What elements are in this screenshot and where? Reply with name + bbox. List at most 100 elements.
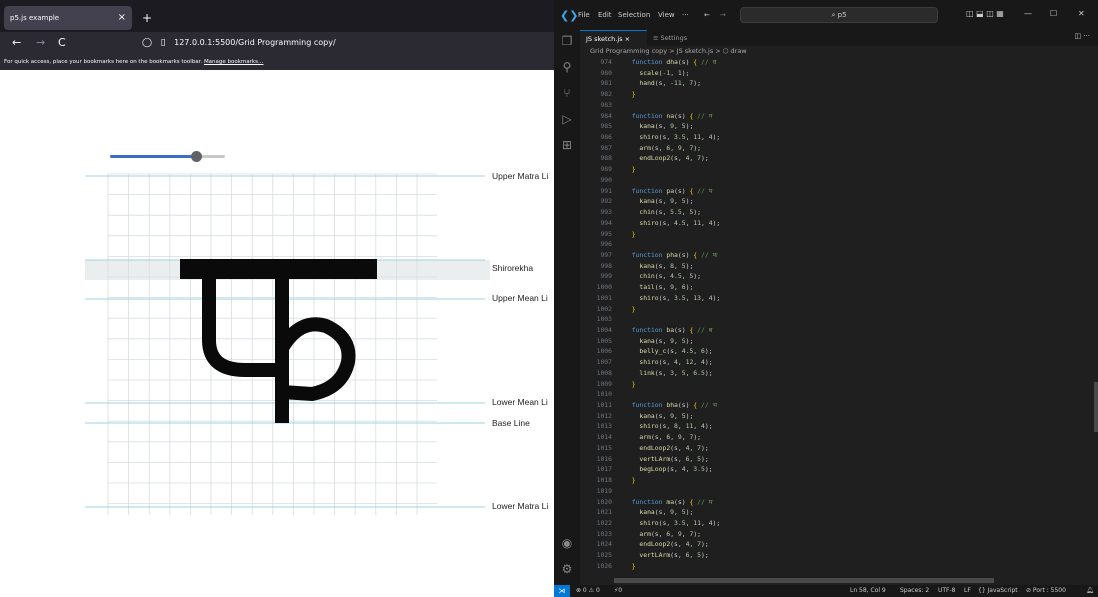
remote-icon[interactable]: ⋊ — [554, 585, 570, 597]
code-line[interactable]: 985 kana(s, 9, 5); — [580, 121, 1090, 132]
line-number: 1019 — [596, 486, 612, 495]
nav-back-icon[interactable]: ← — [704, 11, 710, 19]
line-number: 988 — [600, 154, 612, 163]
tab-sketch-js[interactable]: JS sketch.js × — [580, 30, 647, 46]
code-line[interactable]: 989 } — [580, 164, 1090, 175]
close-icon[interactable]: × — [118, 6, 126, 30]
code-line[interactable]: 1007 shiro(s, 4, 12, 4); — [580, 357, 1090, 368]
new-tab-button[interactable]: + — [138, 6, 156, 30]
settings-gear-icon[interactable]: ⚙ — [560, 562, 574, 576]
code-line[interactable]: 1006 belly_c(s, 4.5, 6); — [580, 346, 1090, 357]
code-line[interactable]: 980 scale(-1, 1); — [580, 68, 1090, 79]
menu-file[interactable]: File — [578, 11, 590, 19]
forward-icon[interactable]: → — [36, 32, 45, 54]
code-line[interactable]: 995 } — [580, 229, 1090, 240]
code-line[interactable]: 1014 arm(s, 6, 9, 7); — [580, 432, 1090, 443]
code-line[interactable]: 992 kana(s, 9, 5); — [580, 196, 1090, 207]
code-line[interactable]: 1026 } — [580, 561, 1090, 572]
account-icon[interactable]: ◉ — [560, 536, 574, 550]
page-icon: ▯ — [160, 38, 166, 48]
url-bar[interactable]: ◯ ▯ 127.0.0.1:5500/Grid Programming copy… — [136, 34, 550, 52]
close-window-icon[interactable]: ✕ — [1078, 9, 1085, 18]
line-number: 984 — [600, 111, 612, 120]
code-line[interactable]: 993 chin(s, 5.5, 5); — [580, 207, 1090, 218]
command-center-search[interactable]: ⌕ p5 — [740, 7, 938, 23]
code-editor[interactable]: 974 function dha(s) { // ध 980 scale(-1, … — [580, 57, 1098, 585]
vertical-scrollbar[interactable] — [1094, 382, 1098, 432]
code-line[interactable]: 1012 kana(s, 9, 5); — [580, 411, 1090, 422]
cursor-position[interactable]: Ln 58, Col 9 — [850, 585, 886, 597]
code-line[interactable]: 1003 — [580, 314, 1090, 325]
code-line[interactable]: 1010 — [580, 389, 1090, 400]
code-line[interactable]: 999 chin(s, 4.5, 5); — [580, 271, 1090, 282]
code-line[interactable]: 1017 begLoop(s, 4, 3.5); — [580, 464, 1090, 475]
code-line[interactable]: 1024 endLoop2(s, 4, 7); — [580, 539, 1090, 550]
code-line[interactable]: 1004 function ba(s) { // ब — [580, 325, 1090, 336]
code-line[interactable]: 1025 vertLArm(s, 6, 5); — [580, 550, 1090, 561]
code-line[interactable]: 981 hand(s, -11, 7); — [580, 78, 1090, 89]
code-line[interactable]: 988 endLoop2(s, 4, 7); — [580, 153, 1090, 164]
code-text: kana(s, 9, 5); — [639, 508, 694, 517]
problems-status[interactable]: ⊗ 0 ⚠ 0 — [576, 585, 600, 597]
search-icon[interactable]: ⚲ — [560, 60, 574, 74]
code-line[interactable]: 1009 } — [580, 379, 1090, 390]
code-line[interactable]: 1021 kana(s, 9, 5); — [580, 507, 1090, 518]
code-line[interactable]: 1023 arm(s, 6, 9, 7); — [580, 529, 1090, 540]
line-number: 997 — [600, 250, 612, 259]
code-line[interactable]: 1005 kana(s, 9, 5); — [580, 336, 1090, 347]
code-line[interactable]: 996 — [580, 239, 1090, 250]
code-line[interactable]: 1020 function ma(s) { // म — [580, 497, 1090, 508]
minimize-icon[interactable]: — — [1024, 9, 1032, 18]
maximize-icon[interactable]: ☐ — [1050, 9, 1057, 18]
indentation-status[interactable]: Spaces: 2 — [900, 585, 929, 597]
layout-toggle-icon[interactable]: ◫ ⬓ ◫ ▦ — [966, 9, 1004, 18]
split-editor-icon[interactable]: ◫ ··· — [1074, 32, 1090, 40]
extensions-icon[interactable]: ⊞ — [560, 138, 574, 152]
browser-tab[interactable]: p5.js example × — [4, 6, 132, 30]
code-line[interactable]: 1016 vertLArm(s, 6, 5); — [580, 454, 1090, 465]
menu-selection[interactable]: Selection — [618, 11, 650, 19]
code-line[interactable]: 994 shiro(s, 4.5, 11, 4); — [580, 218, 1090, 229]
code-line[interactable]: 990 — [580, 175, 1090, 186]
code-line[interactable]: 998 kana(s, 8, 5); — [580, 261, 1090, 272]
code-line[interactable]: 987 arm(s, 6, 9, 7); — [580, 143, 1090, 154]
code-line[interactable]: 1015 endLoop2(s, 4, 7); — [580, 443, 1090, 454]
code-line[interactable]: 982 } — [580, 89, 1090, 100]
code-line[interactable]: 974 function dha(s) { // ध — [580, 57, 1090, 68]
code-line[interactable]: 1018 } — [580, 475, 1090, 486]
menu-edit[interactable]: Edit — [598, 11, 612, 19]
explorer-icon[interactable]: ❐ — [560, 34, 574, 48]
code-line[interactable]: 1011 function bha(s) { // भ — [580, 400, 1090, 411]
menu-more[interactable]: ··· — [682, 11, 689, 19]
code-line[interactable]: 997 function pha(s) { // फ — [580, 250, 1090, 261]
nav-forward-icon[interactable]: → — [720, 11, 726, 19]
tab-settings[interactable]: ≡ Settings — [647, 30, 717, 46]
reload-icon[interactable]: C — [58, 32, 66, 54]
encoding-status[interactable]: UTF-8 — [938, 585, 956, 597]
language-mode[interactable]: {} JavaScript — [978, 585, 1018, 597]
code-text: } — [631, 229, 636, 238]
code-line[interactable]: 1008 link(s, 3, 5, 6.5); — [580, 368, 1090, 379]
code-line[interactable]: 983 — [580, 100, 1090, 111]
back-icon[interactable]: ← — [12, 32, 21, 54]
code-line[interactable]: 986 shiro(s, 3.5, 11, 4); — [580, 132, 1090, 143]
notifications-icon[interactable]: 🔔︎ — [1086, 585, 1094, 597]
live-server-port[interactable]: ⊘ Port : 5500 — [1026, 585, 1066, 597]
source-control-icon[interactable]: ⑂ — [560, 86, 574, 100]
manage-bookmarks-link[interactable]: Manage bookmarks… — [204, 59, 264, 65]
run-debug-icon[interactable]: ▷ — [560, 112, 574, 126]
code-line[interactable]: 984 function na(s) { // न — [580, 111, 1090, 122]
code-line[interactable]: 1001 shiro(s, 3.5, 13, 4); — [580, 293, 1090, 304]
code-line[interactable]: 1000 tail(s, 9, 6); — [580, 282, 1090, 293]
horizontal-scrollbar[interactable] — [614, 578, 994, 583]
menu-view[interactable]: View — [658, 11, 675, 19]
ports-status[interactable]: ⚡0 — [614, 585, 622, 597]
code-line[interactable]: 1002 } — [580, 304, 1090, 315]
code-line[interactable]: 991 function pa(s) { // प — [580, 186, 1090, 197]
code-line[interactable]: 1013 shiro(s, 8, 11, 4); — [580, 421, 1090, 432]
code-line[interactable]: 1022 shiro(s, 3.5, 11, 4); — [580, 518, 1090, 529]
code-text: } — [631, 561, 636, 570]
eol-status[interactable]: LF — [964, 585, 971, 597]
code-line[interactable]: 1019 — [580, 486, 1090, 497]
breadcrumb[interactable]: Grid Programming copy > JS sketch.js > ⬡… — [580, 46, 1098, 57]
